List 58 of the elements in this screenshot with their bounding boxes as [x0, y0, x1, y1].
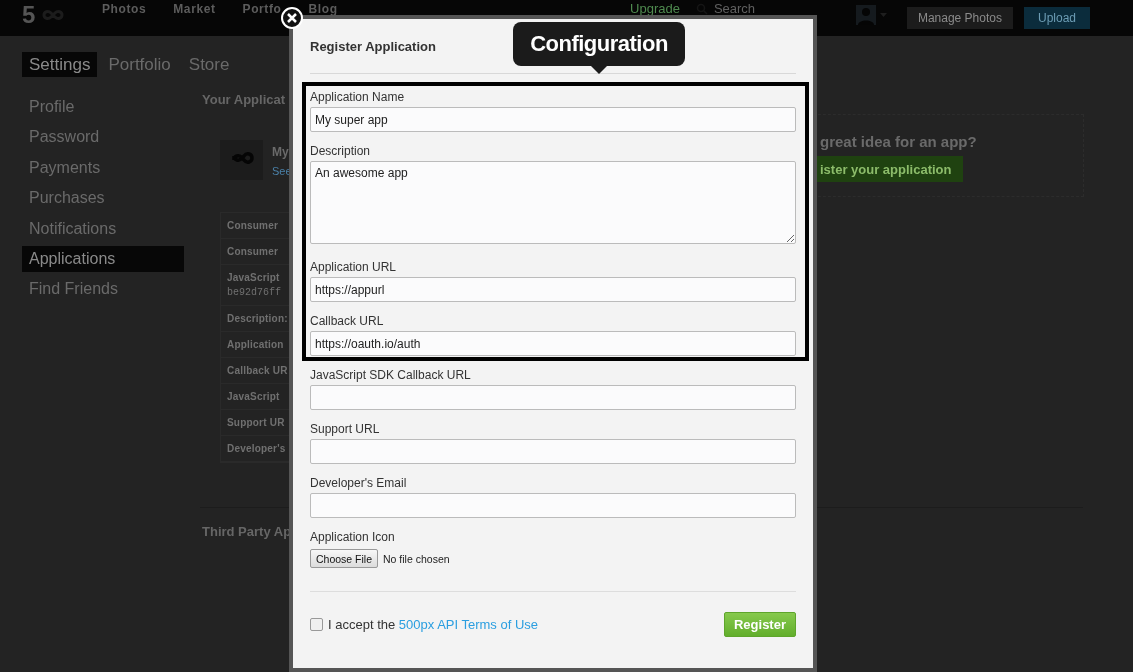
- checkbox[interactable]: [310, 618, 323, 631]
- sidebar-item[interactable]: Payments: [22, 152, 184, 183]
- register-button[interactable]: Register: [723, 612, 796, 637]
- upgrade-link[interactable]: Upgrade: [630, 2, 680, 15]
- choose-file-button[interactable]: Choose File: [310, 549, 379, 568]
- nav-link[interactable]: Blog: [308, 3, 338, 16]
- nav-link[interactable]: Portfo: [242, 3, 282, 16]
- sidebar-item[interactable]: Applications: [22, 245, 184, 272]
- detail-label: Support UR: [227, 416, 285, 429]
- settings-tab[interactable]: Settings: [22, 52, 98, 77]
- search-field[interactable]: Search: [713, 2, 756, 15]
- input-field[interactable]: [310, 385, 796, 410]
- nav-link[interactable]: Photos: [102, 3, 147, 16]
- file-status: No file chosen: [383, 552, 450, 565]
- input-field[interactable]: [310, 493, 796, 518]
- settings-tab[interactable]: Portfolio: [101, 52, 178, 77]
- field-label: Description: [310, 144, 372, 158]
- input-field[interactable]: My super app: [310, 107, 796, 132]
- sidebar-item[interactable]: Password: [22, 122, 184, 153]
- settings-tab[interactable]: Store: [181, 52, 237, 77]
- manage-photos-button[interactable]: Manage Photos: [906, 7, 1013, 29]
- field-label: Application Name: [310, 90, 406, 104]
- field-label: Callback URL: [310, 314, 385, 328]
- detail-label: Application: [227, 338, 284, 351]
- modal-title: Register Application: [310, 39, 436, 55]
- terms-text: I accept the 500px API Terms of Use: [328, 617, 539, 632]
- upload-button[interactable]: Upload: [1023, 7, 1090, 29]
- detail-label: JavaScript: [227, 390, 280, 403]
- detail-value: be92d76ff: [227, 287, 281, 299]
- nav-link[interactable]: Market: [173, 3, 216, 16]
- sidebar-item[interactable]: Notifications: [22, 213, 184, 244]
- detail-label: Consumer: [227, 245, 279, 258]
- sidebar-item[interactable]: Find Friends: [22, 273, 184, 304]
- field-label: Application URL: [310, 260, 398, 274]
- text-area[interactable]: An awesome app: [310, 161, 796, 244]
- avatar-icon[interactable]: [855, 5, 876, 25]
- section-heading: Your Applicat: [202, 92, 286, 108]
- terms-link[interactable]: 500px API Terms of Use: [398, 617, 539, 632]
- field-label: Developer's Email: [310, 476, 408, 490]
- register-app-button[interactable]: ister your application: [814, 156, 964, 182]
- search-icon: [695, 2, 708, 15]
- logo-text[interactable]: 5: [22, 2, 36, 28]
- detail-label: Description:: [227, 312, 288, 325]
- field-label: JavaScript SDK Callback URL: [310, 368, 472, 382]
- promo-text: great idea for an app?: [820, 133, 977, 150]
- input-field[interactable]: https://appurl: [310, 277, 796, 302]
- input-field[interactable]: https://oauth.io/auth: [310, 331, 796, 356]
- tooltip: Configuration: [513, 22, 685, 74]
- sidebar-item[interactable]: Profile: [22, 92, 184, 122]
- input-field[interactable]: [310, 439, 796, 464]
- detail-label: JavaScript: [227, 271, 280, 284]
- detail-label: Developer's: [227, 442, 286, 455]
- field-label: Application Icon: [310, 530, 396, 544]
- detail-label: Callback UR: [227, 364, 288, 377]
- app-name: My: [272, 145, 290, 159]
- sidebar-item[interactable]: Purchases: [22, 183, 184, 214]
- field-label: Support URL: [310, 422, 381, 436]
- detail-label: Consumer: [227, 219, 279, 232]
